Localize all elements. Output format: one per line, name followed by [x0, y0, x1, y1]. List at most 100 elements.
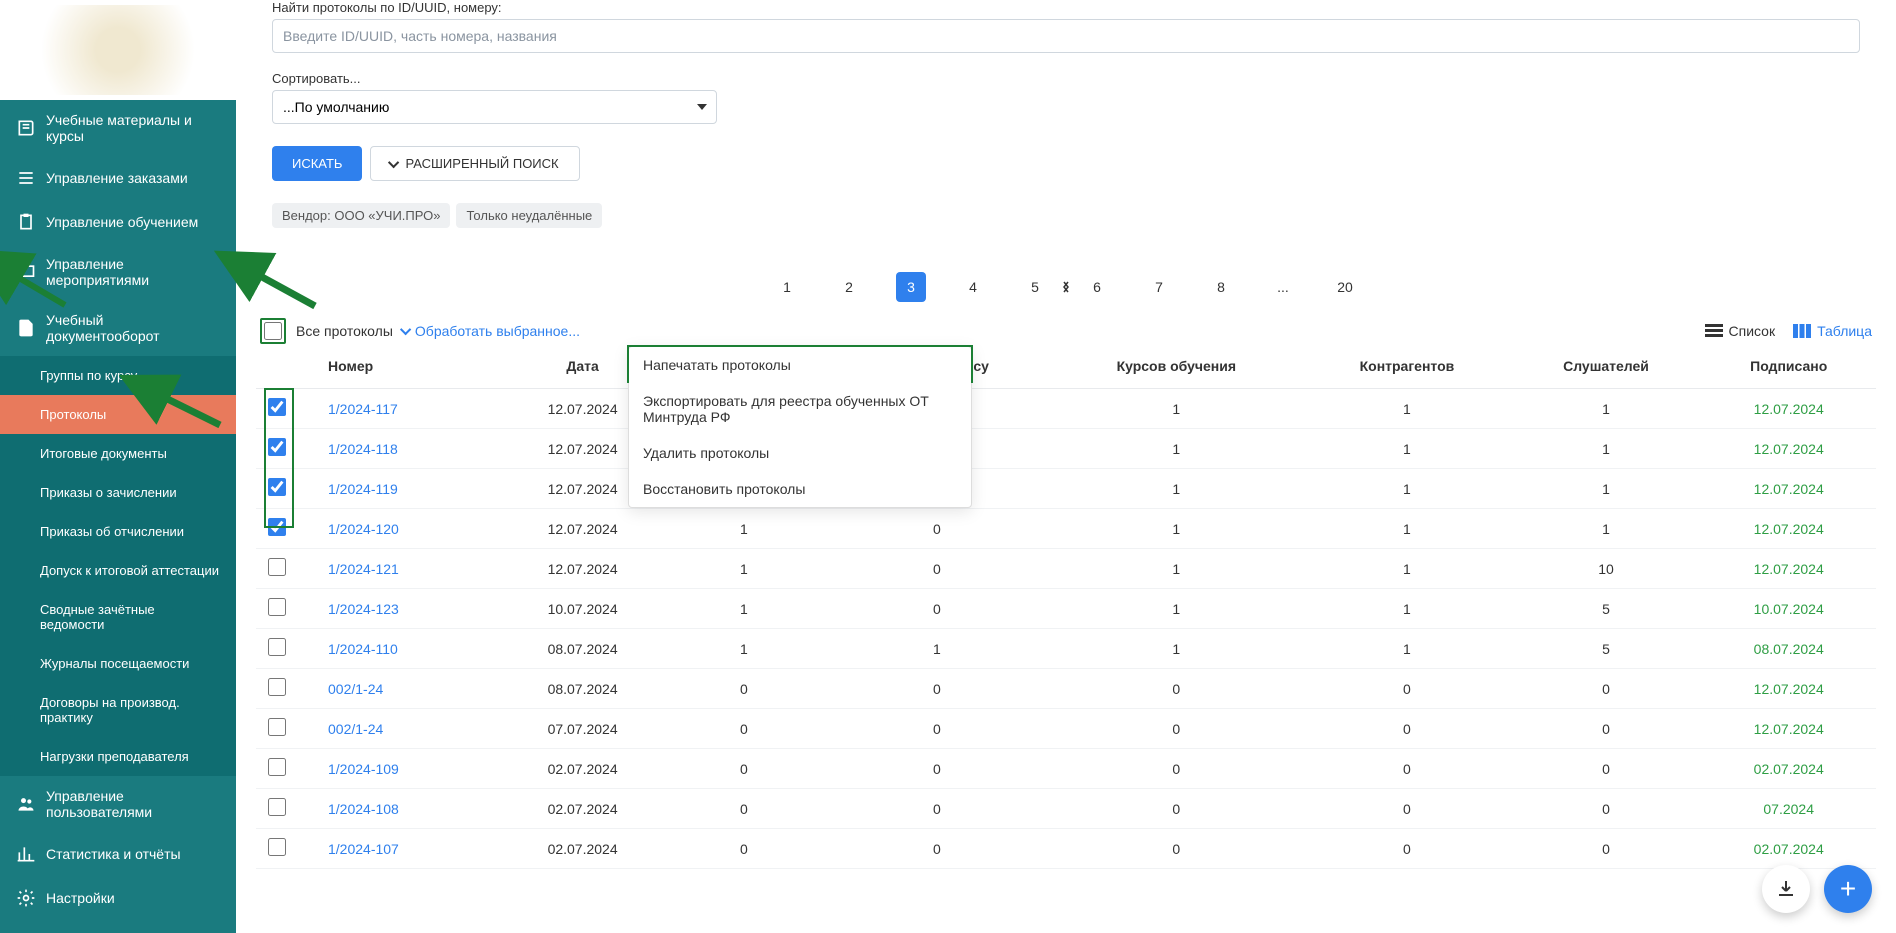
book-icon [16, 118, 36, 138]
cell-contractors: 0 [1303, 669, 1510, 709]
nav-documents[interactable]: Учебный документооборот [0, 300, 236, 356]
cell-date: 02.07.2024 [502, 829, 663, 869]
nav-settings[interactable]: Настройки [0, 876, 236, 920]
protocol-link[interactable]: 1/2024-118 [328, 441, 398, 457]
dd-export-registry[interactable]: Экспортировать для реестра обученных ОТ … [629, 383, 971, 435]
dd-restore-protocols[interactable]: Восстановить протоколы [629, 471, 971, 507]
page-8[interactable]: 8 [1206, 272, 1236, 302]
dd-delete-protocols[interactable]: Удалить протоколы [629, 435, 971, 471]
row-checkbox[interactable] [268, 518, 286, 536]
protocol-link[interactable]: 1/2024-119 [328, 481, 398, 497]
th-signed[interactable]: Подписано [1701, 344, 1876, 389]
select-all-checkbox[interactable] [264, 322, 282, 340]
page-5[interactable]: 5 [1020, 272, 1050, 302]
row-checkbox[interactable] [268, 398, 286, 416]
cell-students: 1 [1511, 509, 1702, 549]
chart-icon [16, 844, 36, 864]
row-checkbox[interactable] [268, 438, 286, 456]
row-checkbox[interactable] [268, 758, 286, 776]
nav-events[interactable]: Управление мероприятиями [0, 244, 236, 300]
cell-courses: 1 [1049, 509, 1303, 549]
th-students[interactable]: Слушателей [1511, 344, 1702, 389]
nav-materials[interactable]: Учебные материалы и курсы [0, 100, 236, 156]
protocol-link[interactable]: 1/2024-120 [328, 521, 399, 537]
page-3[interactable]: 3 [896, 272, 926, 302]
nav-sub-groups[interactable]: Группы по курсу [0, 356, 236, 395]
cell-contractors: 1 [1303, 549, 1510, 589]
th-courses[interactable]: Курсов обучения [1049, 344, 1303, 389]
nav-sub-protocols[interactable]: Протоколы [0, 395, 236, 434]
row-checkbox[interactable] [268, 558, 286, 576]
protocol-link[interactable]: 1/2024-108 [328, 801, 399, 817]
protocol-link[interactable]: 1/2024-110 [328, 641, 398, 657]
nav-sub-attendance[interactable]: Журналы посещаемости [0, 644, 236, 683]
page-1[interactable]: 1 [772, 272, 802, 302]
dd-print-protocols[interactable]: Напечатать протоколы [627, 345, 973, 383]
nav-sub-admission[interactable]: Допуск к итоговой аттестации [0, 551, 236, 590]
nav-training[interactable]: Управление обучением [0, 200, 236, 244]
row-checkbox[interactable] [268, 478, 286, 496]
protocol-link[interactable]: 002/1-24 [328, 721, 383, 737]
page-...: ... [1268, 272, 1298, 302]
nav-label: Итоговые документы [40, 446, 167, 461]
protocol-link[interactable]: 1/2024-109 [328, 761, 399, 777]
row-checkbox[interactable] [268, 678, 286, 696]
nav-sub-grade-sheets[interactable]: Сводные зачётные ведомости [0, 590, 236, 644]
table-row: 1/2024-120 12.07.2024 1 0 1 1 1 12.07.20… [256, 509, 1876, 549]
advanced-search-button[interactable]: РАСШИРЕННЫЙ ПОИСК [370, 146, 579, 181]
search-input[interactable] [272, 19, 1860, 53]
cell-date: 02.07.2024 [502, 749, 663, 789]
page-prev[interactable] [1051, 272, 1081, 302]
filter-chip-undeleted[interactable]: Только неудалённые [456, 203, 602, 228]
nav-orders[interactable]: Управление заказами [0, 156, 236, 200]
download-fab[interactable] [1762, 865, 1810, 913]
sort-select[interactable]: ...По умолчанию [272, 90, 717, 124]
row-checkbox[interactable] [268, 598, 286, 616]
sidebar-logo [0, 0, 236, 100]
search-button[interactable]: ИСКАТЬ [272, 146, 362, 181]
th-number[interactable]: Номер [298, 344, 502, 389]
page-7[interactable]: 7 [1144, 272, 1174, 302]
row-checkbox[interactable] [268, 638, 286, 656]
cell-groups: 0 [825, 749, 1050, 789]
protocol-link[interactable]: 1/2024-121 [328, 561, 399, 577]
nav-users[interactable]: Управление пользователями [0, 776, 236, 832]
annotation-highlight [260, 318, 286, 344]
page-6[interactable]: 6 [1082, 272, 1112, 302]
view-list[interactable]: Список [1705, 323, 1776, 339]
row-checkbox[interactable] [268, 718, 286, 736]
process-selected-dropdown[interactable]: Обработать выбранное... [403, 323, 580, 339]
row-checkbox[interactable] [268, 838, 286, 856]
nav-sub-workload[interactable]: Нагрузки преподавателя [0, 737, 236, 776]
cell-students: 0 [1511, 669, 1702, 709]
add-fab[interactable]: + [1824, 865, 1872, 913]
all-protocols-label: Все протоколы [296, 323, 393, 339]
view-table[interactable]: Таблица [1793, 323, 1872, 339]
page-20[interactable]: 20 [1330, 272, 1360, 302]
cell-programs: 1 [663, 589, 824, 629]
cell-courses: 0 [1049, 789, 1303, 829]
nav-sub-final-docs[interactable]: Итоговые документы [0, 434, 236, 473]
chevron-down-icon [400, 324, 411, 335]
cell-courses: 0 [1049, 829, 1303, 869]
th-contractors[interactable]: Контрагентов [1303, 344, 1510, 389]
protocol-link[interactable]: 1/2024-123 [328, 601, 399, 617]
protocol-link[interactable]: 1/2024-107 [328, 841, 399, 857]
nav-sub-expel-orders[interactable]: Приказы об отчислении [0, 512, 236, 551]
cell-courses: 0 [1049, 709, 1303, 749]
row-checkbox[interactable] [268, 798, 286, 816]
page-4[interactable]: 4 [958, 272, 988, 302]
table-row: 1/2024-108 02.07.2024 0 0 0 0 0 07.2024 [256, 789, 1876, 829]
nav-label: Управление заказами [46, 170, 188, 186]
nav-sub-practice[interactable]: Договоры на производ. практику [0, 683, 236, 737]
nav-sub-enroll-orders[interactable]: Приказы о зачислении [0, 473, 236, 512]
filter-chip-vendor[interactable]: Вендор: ООО «УЧИ.ПРО» [272, 203, 450, 228]
cell-students: 1 [1511, 389, 1702, 429]
table-row: 1/2024-109 02.07.2024 0 0 0 0 0 02.07.20… [256, 749, 1876, 789]
protocol-link[interactable]: 002/1-24 [328, 681, 383, 697]
page-2[interactable]: 2 [834, 272, 864, 302]
cell-contractors: 1 [1303, 589, 1510, 629]
page-next[interactable] [1051, 272, 1081, 302]
nav-stats[interactable]: Статистика и отчёты [0, 832, 236, 876]
protocol-link[interactable]: 1/2024-117 [328, 401, 398, 417]
